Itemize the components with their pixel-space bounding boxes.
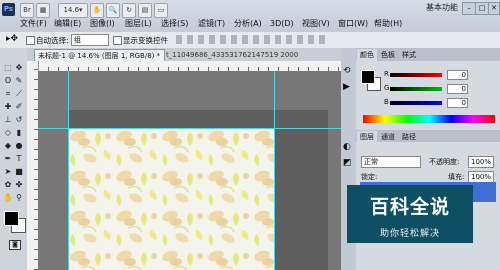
- floral-pattern-layer[interactable]: [68, 128, 274, 270]
- menu-layer[interactable]: 图层(L): [123, 17, 154, 31]
- menu-file[interactable]: 文件(F): [18, 17, 49, 31]
- panel-foreground-swatch-front: [361, 70, 375, 84]
- foreground-color-swatch-front: [4, 211, 19, 226]
- gradient-tool-icon[interactable]: ▮: [14, 128, 24, 138]
- rotate-view-icon[interactable]: ↻: [122, 3, 136, 18]
- tab-channels[interactable]: 通道: [378, 131, 398, 143]
- path-select-tool-icon[interactable]: ➤: [3, 167, 13, 177]
- menu-bar: Ps Br ▦ 14.6▾ ✋ 🔍 ↻ ▤ ▭ 基本功能 – □ ✕ 文件(F)…: [0, 0, 500, 33]
- red-value-input[interactable]: 0: [447, 70, 468, 80]
- workspace-switcher[interactable]: 基本功能: [426, 2, 458, 13]
- guide-line-horizontal[interactable]: [38, 128, 341, 129]
- auto-select-label: 自动选择:: [36, 36, 69, 45]
- blend-mode-dropdown[interactable]: 正常: [361, 156, 421, 168]
- blue-value-input[interactable]: 0: [447, 98, 468, 108]
- menu-window[interactable]: 窗口(W): [336, 17, 370, 31]
- clone-stamp-tool-icon[interactable]: ⊥: [3, 115, 13, 125]
- show-transform-label: 显示变换控件: [123, 36, 168, 45]
- watermark-title: 百科全说: [369, 196, 450, 218]
- menu-filter[interactable]: 滤镜(T): [196, 17, 227, 31]
- close-button[interactable]: ✕: [488, 2, 500, 15]
- 3d-orbit-tool-icon[interactable]: ✤: [14, 180, 24, 190]
- menu-analysis[interactable]: 分析(A): [232, 17, 264, 31]
- zoom-tool-icon[interactable]: 🔍: [106, 3, 120, 18]
- fill-label: 填充:: [448, 173, 465, 181]
- channel-g-label: G: [384, 84, 390, 92]
- screen-mode-icon[interactable]: ▭: [154, 3, 168, 18]
- menu-3d[interactable]: 3D(D): [268, 17, 296, 31]
- photoshop-logo: Ps: [2, 3, 15, 16]
- minimize-button[interactable]: –: [462, 2, 476, 15]
- move-tool-icon[interactable]: ✥: [14, 63, 24, 73]
- eraser-tool-icon[interactable]: ◇: [3, 128, 13, 138]
- channel-b-label: B: [384, 98, 389, 106]
- channel-r-label: R: [384, 70, 389, 78]
- adjustments-panel-icon[interactable]: ◐: [343, 142, 351, 152]
- lasso-tool-icon[interactable]: ʘ: [3, 76, 13, 86]
- arrange-documents-icon[interactable]: ▤: [138, 3, 152, 18]
- dodge-tool-icon[interactable]: ●: [14, 141, 24, 151]
- green-value-input[interactable]: 0: [447, 84, 468, 94]
- guide-line-vertical[interactable]: [274, 71, 275, 270]
- move-tool-icon[interactable]: ▸✥: [6, 34, 18, 44]
- tab-styles[interactable]: 样式: [399, 49, 419, 61]
- hand-tool-icon[interactable]: ✋: [3, 193, 13, 203]
- zoom-level: 14.6: [63, 6, 80, 14]
- menu-help[interactable]: 帮助(H): [372, 17, 404, 31]
- actions-panel-icon[interactable]: ▶: [343, 82, 350, 92]
- document-tab-title: 未标题-1 @ 14.6% (图层 1, RGB/8) *: [38, 52, 161, 60]
- quick-select-tool-icon[interactable]: ✎: [14, 76, 24, 86]
- maximize-button[interactable]: □: [475, 2, 489, 15]
- marquee-tool-icon[interactable]: ⬚: [3, 63, 13, 73]
- zoom-tool-icon[interactable]: ⚲: [14, 193, 24, 203]
- shape-tool-icon[interactable]: ■: [14, 167, 24, 177]
- masks-panel-icon[interactable]: ◩: [343, 158, 352, 168]
- menu-edit[interactable]: 编辑(E): [52, 17, 83, 31]
- pen-tool-icon[interactable]: ✒: [3, 154, 13, 164]
- zoom-level-dropdown[interactable]: 14.6▾: [58, 3, 88, 18]
- document-tab-2[interactable]: t_11049686_433531762147519 2000: [166, 49, 336, 61]
- color-spectrum-bar[interactable]: [363, 115, 495, 123]
- hand-tool-icon[interactable]: ✋: [90, 3, 104, 18]
- type-tool-icon[interactable]: T: [14, 154, 24, 164]
- bridge-button[interactable]: Br: [20, 3, 34, 18]
- auto-select-checkbox[interactable]: [26, 36, 35, 45]
- tab-swatches[interactable]: 色板: [378, 49, 398, 61]
- guide-line-vertical[interactable]: [68, 71, 69, 270]
- lock-label: 锁定:: [361, 173, 378, 181]
- align-buttons-group[interactable]: [176, 35, 326, 44]
- red-slider[interactable]: [390, 73, 442, 77]
- blue-slider[interactable]: [390, 101, 442, 105]
- menu-select[interactable]: 选择(S): [159, 17, 190, 31]
- watermark-subtitle: 助你轻松解决: [379, 229, 440, 239]
- tab-color[interactable]: 颜色: [357, 49, 377, 61]
- opacity-input[interactable]: 100%: [468, 156, 494, 168]
- auto-select-dropdown[interactable]: 组: [71, 34, 109, 46]
- floral-pattern: [68, 128, 274, 270]
- quick-mask-icon[interactable]: ◙: [9, 240, 21, 250]
- mini-bridge-button[interactable]: ▦: [36, 3, 50, 18]
- tab-layers[interactable]: 图层: [357, 131, 377, 143]
- menu-view[interactable]: 视图(V): [300, 17, 332, 31]
- healing-brush-tool-icon[interactable]: ✚: [3, 102, 13, 112]
- eyedropper-tool-icon[interactable]: ⟋: [14, 89, 24, 99]
- menu-image[interactable]: 图像(I): [88, 17, 117, 31]
- history-panel-icon[interactable]: ⟲: [343, 66, 351, 76]
- crop-tool-icon[interactable]: ⌗: [3, 89, 13, 99]
- 3d-rotate-tool-icon[interactable]: ✿: [3, 180, 13, 190]
- tab-paths[interactable]: 路径: [399, 131, 419, 143]
- opacity-label: 不透明度:: [429, 158, 460, 166]
- history-brush-tool-icon[interactable]: ↺: [14, 115, 24, 125]
- green-slider[interactable]: [390, 87, 442, 91]
- brush-tool-icon[interactable]: ✐: [14, 102, 24, 112]
- show-transform-checkbox[interactable]: [113, 36, 122, 45]
- blur-tool-icon[interactable]: ◆: [3, 141, 13, 151]
